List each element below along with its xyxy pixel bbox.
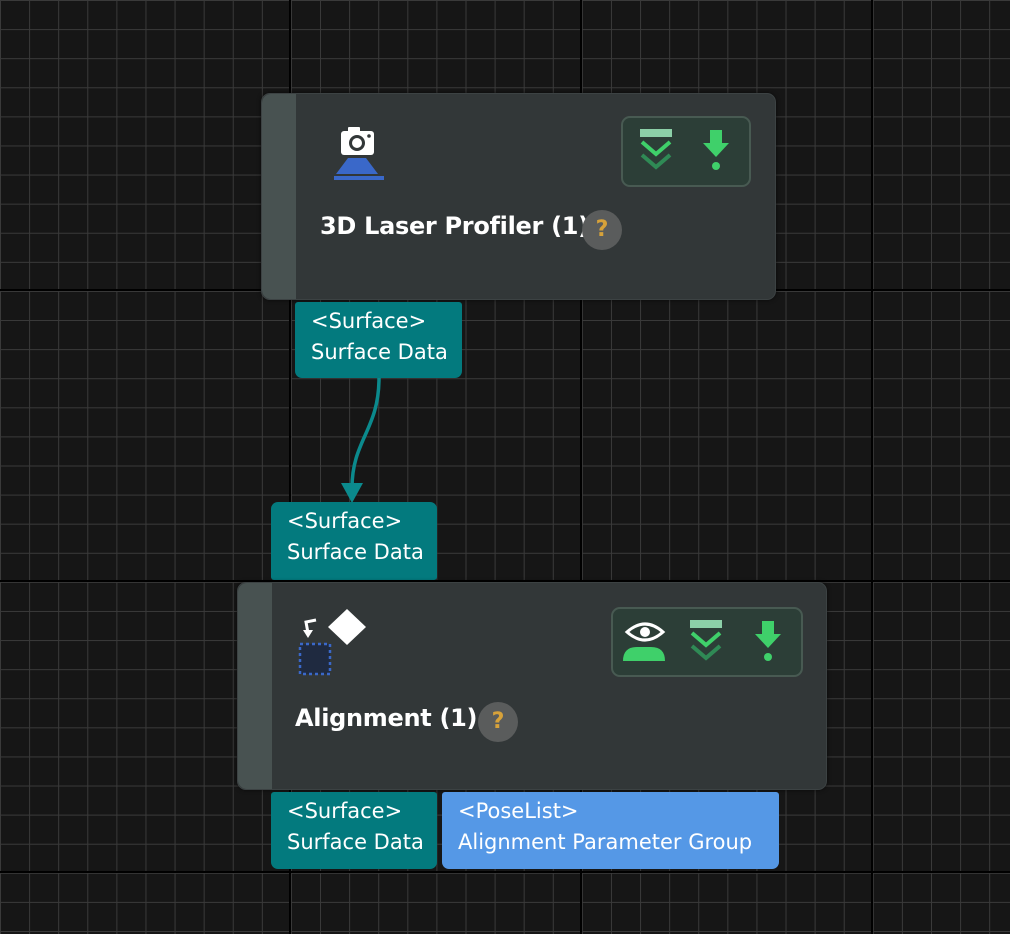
- port-name: Alignment Parameter Group: [458, 830, 753, 854]
- port-name: Surface Data: [287, 830, 424, 854]
- help-icon[interactable]: ?: [478, 702, 518, 742]
- laser-profiler-node[interactable]: 3D Laser Profiler (1) ?: [261, 93, 776, 300]
- port-type: <Surface>: [287, 509, 403, 533]
- debug-expand-icon[interactable]: [687, 617, 727, 663]
- node-drag-handle[interactable]: [238, 583, 272, 789]
- node-toolbar: [621, 116, 751, 187]
- port-name: Surface Data: [311, 340, 448, 364]
- download-arrow-icon[interactable]: [701, 126, 731, 174]
- laser-profiler-camera-icon: [332, 122, 388, 184]
- node-drag-handle[interactable]: [262, 94, 296, 299]
- port-name: Surface Data: [287, 540, 424, 564]
- help-icon[interactable]: ?: [582, 210, 622, 250]
- visualize-eye-icon[interactable]: [621, 617, 669, 665]
- output-port-surface-data[interactable]: <Surface> Surface Data: [295, 302, 462, 378]
- alignment-icon: [296, 605, 368, 677]
- output-port-surface-data[interactable]: <Surface> Surface Data: [271, 792, 437, 869]
- output-port-alignment-parameter-group[interactable]: <PoseList> Alignment Parameter Group: [442, 792, 779, 869]
- alignment-node[interactable]: Alignment (1) ?: [237, 582, 827, 790]
- debug-expand-icon[interactable]: [637, 126, 677, 172]
- port-type: <Surface>: [311, 309, 427, 333]
- node-title: Alignment (1): [295, 704, 478, 732]
- port-type: <PoseList>: [458, 799, 579, 823]
- download-arrow-icon[interactable]: [753, 617, 783, 665]
- node-title: 3D Laser Profiler (1): [320, 212, 589, 240]
- node-toolbar: [611, 607, 803, 677]
- port-type: <Surface>: [287, 799, 403, 823]
- input-port-surface-data[interactable]: <Surface> Surface Data: [271, 502, 437, 580]
